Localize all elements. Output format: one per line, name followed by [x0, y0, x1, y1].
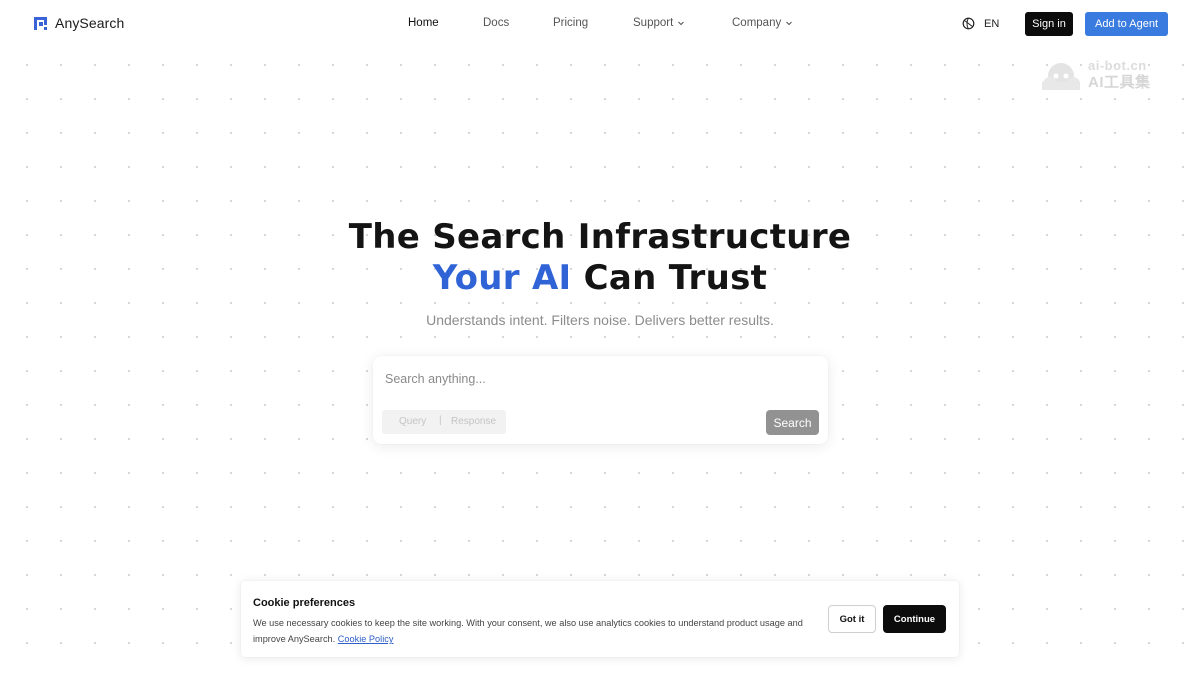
nav-home[interactable]: Home: [408, 17, 439, 29]
globe-icon[interactable]: [962, 17, 975, 30]
cookie-description: We use necessary cookies to keep the sit…: [253, 615, 813, 647]
hero-subtitle: Understands intent. Filters noise. Deliv…: [426, 312, 774, 328]
nav-pricing[interactable]: Pricing: [553, 17, 588, 29]
nav-company[interactable]: Company: [732, 17, 793, 29]
hero-title-accent: Your AI: [432, 258, 572, 298]
chevron-down-icon: [786, 21, 793, 26]
mode-response-option[interactable]: Response: [451, 416, 496, 427]
main-nav: Home Docs Pricing Support Company: [0, 17, 1200, 31]
continue-button[interactable]: Continue: [883, 605, 946, 633]
cookie-policy-link[interactable]: Cookie Policy: [338, 634, 394, 644]
sign-in-button[interactable]: Sign in: [1025, 12, 1073, 36]
search-input[interactable]: [385, 368, 815, 390]
watermark: ai-bot.cn AI工具集: [1038, 58, 1172, 92]
mode-query-option[interactable]: Query: [399, 416, 426, 427]
top-navigation-bar: AnySearch Home Docs Pricing Support Comp…: [0, 0, 1200, 48]
add-to-agent-button[interactable]: Add to Agent: [1085, 12, 1168, 36]
hero-title-rest: Can Trust: [583, 258, 768, 298]
cookie-text: We use necessary cookies to keep the sit…: [253, 618, 803, 644]
cookie-title: Cookie preferences: [253, 597, 356, 609]
language-selector[interactable]: EN: [984, 18, 999, 30]
search-card: Query | Response Search: [373, 356, 828, 444]
watermark-name: AI工具集: [1088, 74, 1151, 91]
robot-watermark-icon: [1042, 63, 1080, 90]
hero-title-line2: Your AI Can Trust: [0, 258, 1200, 298]
search-button[interactable]: Search: [766, 410, 819, 435]
chevron-down-icon: [678, 21, 685, 26]
hero-title-line1: The Search Infrastructure: [348, 217, 852, 257]
got-it-button[interactable]: Got it: [828, 605, 876, 633]
cookie-banner: Cookie preferences We use necessary cook…: [241, 581, 959, 657]
nav-support-label: Support: [633, 17, 674, 29]
mode-separator: |: [439, 415, 442, 426]
nav-docs[interactable]: Docs: [483, 17, 509, 29]
search-mode-toggle: Query | Response: [382, 410, 506, 434]
nav-support[interactable]: Support: [633, 17, 685, 29]
nav-company-label: Company: [732, 17, 782, 29]
